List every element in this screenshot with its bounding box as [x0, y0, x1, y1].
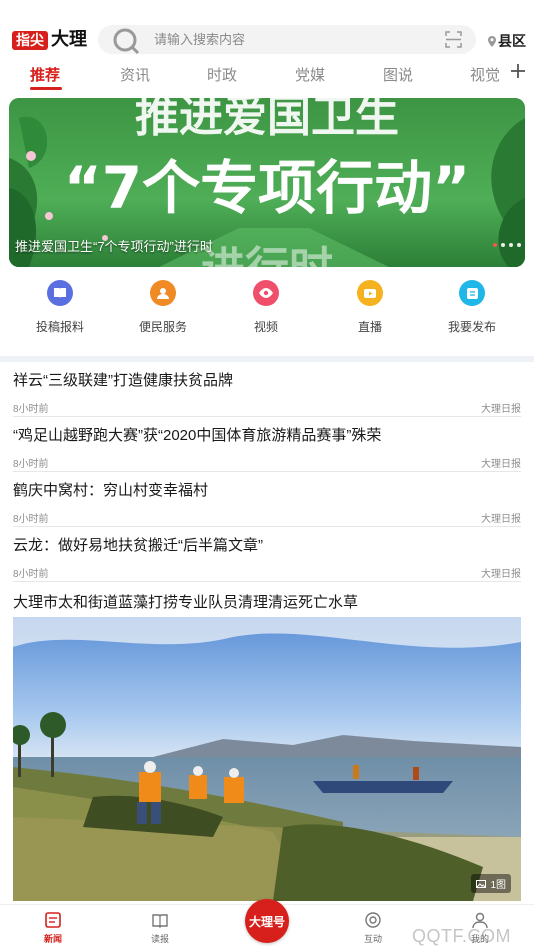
location-pin-icon	[488, 35, 496, 47]
carousel-dot[interactable]	[501, 243, 505, 247]
quick-link-label: 投稿报料	[35, 320, 84, 334]
search-bar[interactable]	[98, 25, 476, 55]
add-channel-icon[interactable]	[509, 62, 527, 80]
news-title[interactable]: 鹤庆中窝村：穷山村变幸福村	[13, 482, 521, 500]
county-label: 县区	[498, 33, 526, 49]
news-title[interactable]: 祥云“三级联建”打造健康扶贫品牌	[13, 372, 521, 390]
banner-caption: 推进爱国卫生“7个专项行动”进行时	[15, 239, 213, 254]
list-divider	[13, 526, 521, 527]
news-item[interactable]: “鸡足山越野跑大赛”获“2020中国体育旅游精品赛事”殊荣 8小时前 大理日报	[13, 427, 521, 470]
newspaper-icon	[152, 914, 168, 928]
list-divider	[13, 416, 521, 417]
quick-link-label: 我要发布	[447, 320, 496, 334]
quick-link-publish[interactable]: 我要发布	[422, 276, 522, 335]
logo-black-text: 大理	[51, 29, 87, 50]
news-time: 8小时前	[13, 514, 49, 525]
search-input[interactable]	[154, 29, 414, 50]
news-meta: 8小时前 大理日报	[13, 565, 521, 580]
tab-active-indicator	[30, 87, 62, 90]
tab-visual[interactable]: 视觉	[470, 64, 500, 85]
nav-label: 读报	[150, 934, 169, 944]
news-time: 8小时前	[13, 459, 49, 470]
feature-photo[interactable]: 1图	[13, 617, 521, 901]
carousel-dot[interactable]	[493, 243, 497, 247]
news-source: 大理日报	[481, 569, 521, 580]
news-item[interactable]: 鹤庆中窝村：穷山村变幸福村 8小时前 大理日报	[13, 482, 521, 525]
eye-icon	[253, 280, 279, 306]
news-title[interactable]: 云龙：做好易地扶贫搬迁“后半篇文章”	[13, 537, 521, 555]
app-logo[interactable]: 指尖 大理	[12, 30, 87, 50]
news-source: 大理日报	[481, 459, 521, 470]
app-header: 指尖 大理 县区	[0, 0, 534, 56]
svg-text:进行时: 进行时	[201, 243, 333, 267]
nav-interact[interactable]: 互动	[343, 911, 403, 945]
list-divider	[13, 581, 521, 582]
carousel-dot[interactable]	[509, 243, 513, 247]
quick-link-video[interactable]: 视频	[216, 276, 316, 335]
quick-link-service[interactable]: 便民服务	[113, 276, 213, 335]
carousel-dot[interactable]	[517, 243, 521, 247]
banner-carousel[interactable]: 推进爱国卫生 “7个专项行动” 进行时 推进爱国卫生“7个专项行动”进行时	[9, 98, 525, 267]
scan-icon[interactable]	[445, 31, 462, 48]
image-icon	[476, 879, 487, 888]
quick-link-submit[interactable]: 投稿报料	[10, 276, 110, 335]
news-item[interactable]: 祥云“三级联建”打造健康扶贫品牌 8小时前 大理日报	[13, 372, 521, 415]
news-source: 大理日报	[481, 514, 521, 525]
quick-links: 投稿报料 便民服务 视频 直播 我要发布	[0, 276, 534, 350]
tab-politics[interactable]: 时政	[207, 64, 237, 85]
news-source: 大理日报	[481, 404, 521, 415]
news-time: 8小时前	[13, 404, 49, 415]
news-item[interactable]: 云龙：做好易地扶贫搬迁“后半篇文章” 8小时前 大理日报	[13, 537, 521, 580]
lake-photo	[13, 617, 521, 901]
photo-count: 1图	[490, 880, 506, 891]
list-divider	[13, 471, 521, 472]
tab-news[interactable]: 资讯	[120, 64, 150, 85]
news-meta: 8小时前 大理日报	[13, 510, 521, 525]
tab-recommend[interactable]: 推荐	[30, 64, 60, 85]
county-selector[interactable]: 县区	[488, 31, 526, 51]
feature-title[interactable]: 大理市太和街道蓝藻打捞专业队员清理清运死亡水草	[13, 591, 358, 612]
news-meta: 8小时前 大理日报	[13, 455, 521, 470]
category-tabs: 推荐 资讯 时政 党媒 图说 视觉	[0, 58, 534, 90]
logo-red-text: 指尖	[12, 30, 48, 50]
quick-link-live[interactable]: 直播	[320, 276, 420, 335]
watermark-text: QQTF.COM	[412, 926, 511, 946]
news-meta: 8小时前 大理日报	[13, 400, 521, 415]
tab-picture[interactable]: 图说	[383, 64, 413, 85]
publish-icon	[459, 280, 485, 306]
service-icon	[150, 280, 176, 306]
interact-icon	[365, 912, 381, 928]
news-time: 8小时前	[13, 569, 49, 580]
news-icon	[45, 912, 61, 928]
nav-read-paper[interactable]: 读报	[130, 911, 190, 945]
nav-label: 新闻	[43, 934, 62, 944]
book-icon	[47, 280, 73, 306]
nav-news[interactable]: 新闻	[23, 911, 83, 945]
quick-link-label: 直播	[357, 320, 382, 334]
news-title[interactable]: “鸡足山越野跑大赛”获“2020中国体育旅游精品赛事”殊荣	[13, 427, 521, 445]
svg-text:推进爱国卫生: 推进爱国卫生	[135, 98, 399, 142]
search-icon[interactable]	[112, 27, 140, 55]
tab-party-media[interactable]: 党媒	[295, 64, 325, 85]
quick-link-label: 便民服务	[138, 320, 187, 334]
carousel-indicator	[493, 243, 521, 247]
quick-link-label: 视频	[253, 320, 278, 334]
nav-label: 互动	[363, 934, 382, 944]
live-icon	[357, 280, 383, 306]
svg-text:“7个专项行动”: “7个专项行动”	[64, 154, 471, 222]
dali-account-button[interactable]: 大理号	[245, 899, 289, 943]
photo-count-badge: 1图	[471, 874, 511, 893]
section-separator	[0, 356, 534, 362]
